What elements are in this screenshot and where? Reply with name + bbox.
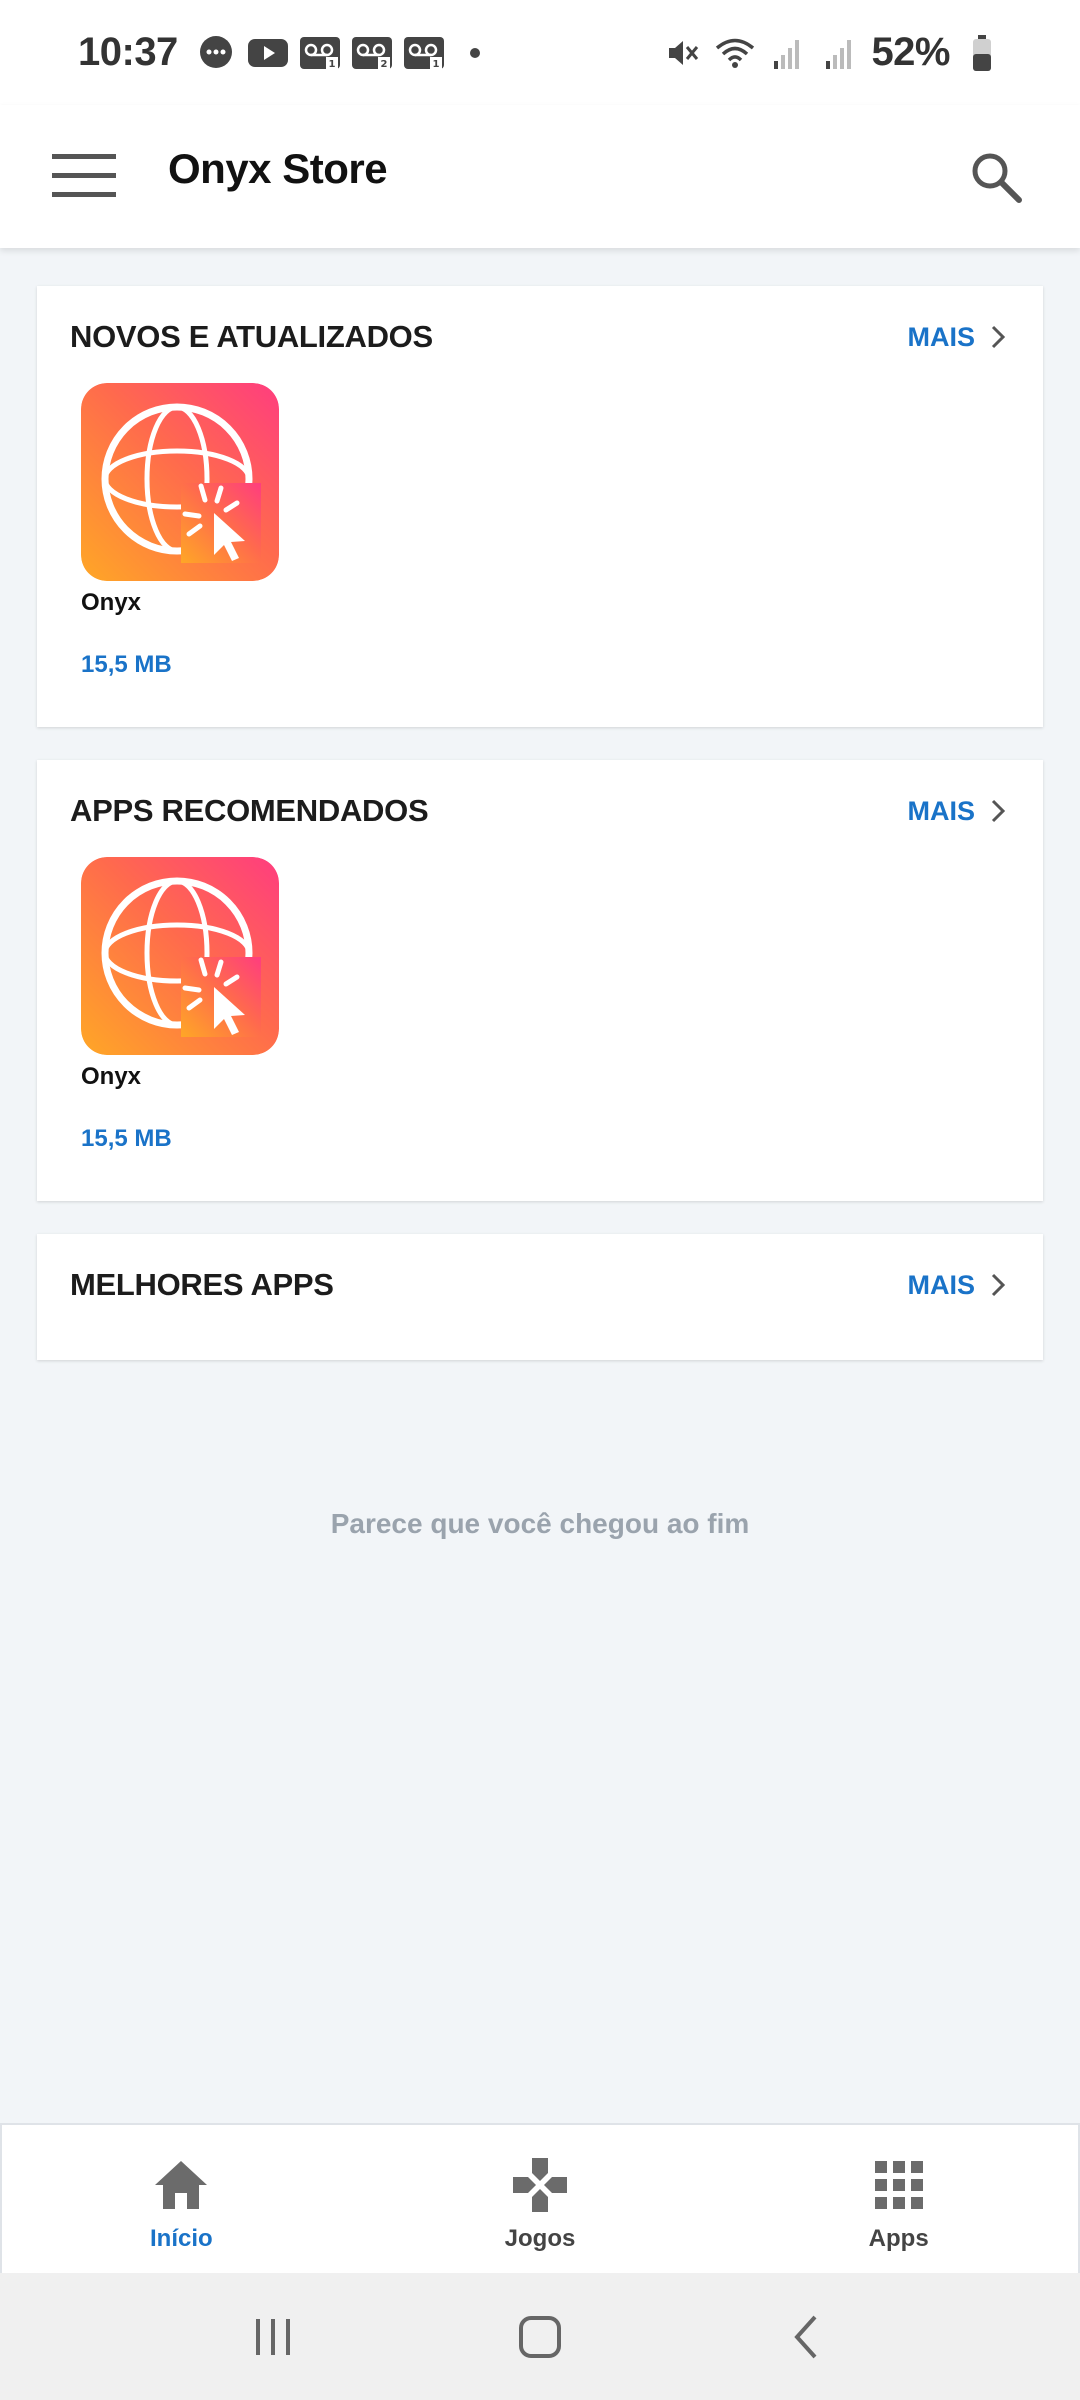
voicemail-1b-icon: 1 <box>403 33 444 73</box>
section-title: MELHORES APPS <box>70 1267 334 1302</box>
svg-text:1: 1 <box>328 59 335 70</box>
signal-2-icon <box>819 33 859 73</box>
voicemail-2-icon: 2 <box>351 33 392 73</box>
section-title: APPS RECOMENDADOS <box>70 793 429 828</box>
chevron-right-icon <box>991 325 1006 349</box>
home-circle-icon <box>518 2315 561 2358</box>
battery-icon <box>962 33 1002 73</box>
app-title: Onyx Store <box>168 145 388 192</box>
status-right: 52% <box>663 30 1002 75</box>
chevron-right-icon <box>991 1273 1006 1297</box>
system-navigation-bar <box>0 2273 1080 2400</box>
nav-item-games[interactable]: Jogos <box>361 2125 720 2273</box>
section-title: NOVOS E ATUALIZADOS <box>70 319 433 354</box>
end-of-list-message: Parece que você chegou ao fim <box>330 1508 750 1539</box>
battery-percent: 52% <box>871 30 950 74</box>
search-button[interactable] <box>956 137 1036 217</box>
app-size: 15,5 MB <box>81 651 172 678</box>
app-bar: Onyx Store <box>0 105 1080 248</box>
section-header: APPS RECOMENDADOS MAIS <box>70 786 1007 836</box>
section-new-updated: NOVOS E ATUALIZADOS MAIS Onyx 15,5 MB <box>37 286 1043 727</box>
menu-button[interactable] <box>44 141 124 211</box>
app-name: Onyx <box>81 1063 142 1090</box>
nav-item-apps[interactable]: Apps <box>719 2125 1078 2273</box>
voicemail-1-icon: 1 <box>299 33 340 73</box>
status-bar: 10:37 1 2 1 52% <box>0 0 1080 105</box>
svg-text:1: 1 <box>432 59 439 70</box>
nav-label: Jogos <box>504 2225 576 2252</box>
status-time: 10:37 <box>78 30 178 74</box>
more-label: MAIS <box>907 1269 976 1300</box>
home-button[interactable] <box>500 2297 580 2377</box>
nav-label: Apps <box>868 2225 929 2252</box>
mute-icon <box>663 33 703 73</box>
app-size: 15,5 MB <box>81 1125 172 1152</box>
youtube-icon <box>247 33 288 73</box>
gamepad-icon <box>510 2155 570 2215</box>
section-recommended: APPS RECOMENDADOS MAIS Onyx 15,5 MB <box>37 760 1043 1201</box>
back-icon <box>793 2315 817 2358</box>
more-button[interactable]: MAIS <box>908 1270 1008 1301</box>
app-tile-onyx[interactable]: Onyx 15,5 MB <box>81 857 281 1153</box>
onyx-app-icon <box>81 383 279 581</box>
section-header: MELHORES APPS MAIS <box>70 1260 1007 1310</box>
chat-bubble-icon <box>196 33 236 73</box>
back-button[interactable] <box>767 2297 847 2377</box>
section-header: NOVOS E ATUALIZADOS MAIS <box>70 312 1007 362</box>
nav-item-home[interactable]: Início <box>2 2125 361 2273</box>
bottom-navigation: Início Jogos Apps <box>0 2123 1080 2273</box>
more-button[interactable]: MAIS <box>908 322 1008 353</box>
onyx-app-icon <box>81 857 279 1055</box>
recents-icon <box>256 2318 291 2355</box>
more-label: MAIS <box>907 321 976 352</box>
app-name: Onyx <box>81 589 142 616</box>
signal-1-icon <box>767 33 807 73</box>
more-button[interactable]: MAIS <box>908 796 1008 827</box>
nav-label: Início <box>150 2225 213 2252</box>
more-label: MAIS <box>907 795 976 826</box>
more-dot-icon <box>469 47 480 58</box>
recents-button[interactable] <box>233 2297 313 2377</box>
home-icon <box>151 2155 211 2215</box>
hamburger-menu-icon <box>52 154 116 197</box>
wifi-icon <box>715 33 755 73</box>
status-left: 10:37 1 2 1 <box>78 30 480 75</box>
apps-grid-icon <box>869 2155 929 2215</box>
app-tile-onyx[interactable]: Onyx 15,5 MB <box>81 383 281 679</box>
search-icon <box>972 153 1022 203</box>
section-best-apps: MELHORES APPS MAIS <box>37 1234 1043 1360</box>
svg-text:2: 2 <box>380 59 387 70</box>
chevron-right-icon <box>991 799 1006 823</box>
